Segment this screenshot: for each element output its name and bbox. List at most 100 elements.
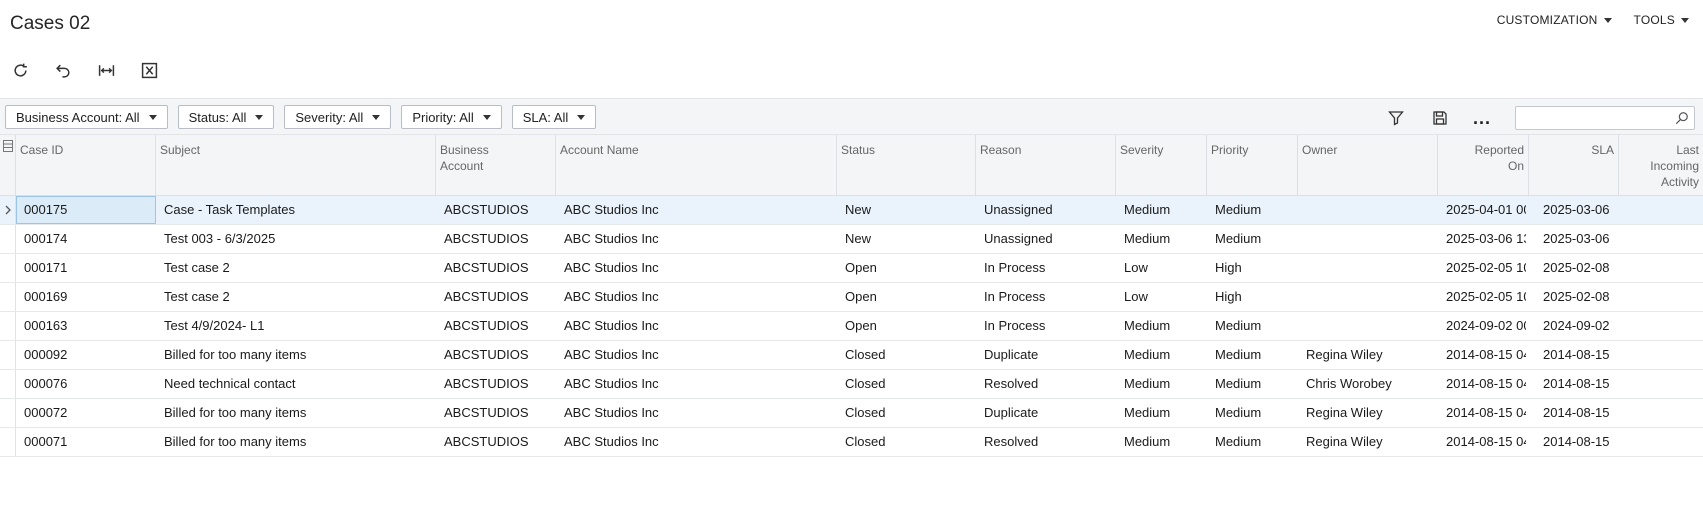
- row-selector[interactable]: [0, 341, 16, 369]
- cell-severity[interactable]: Medium: [1124, 225, 1204, 253]
- cell-status[interactable]: New: [845, 225, 973, 253]
- cell-status[interactable]: Open: [845, 283, 973, 311]
- cell-subject[interactable]: Test 003 - 6/3/2025: [164, 225, 434, 253]
- cell-reported-on[interactable]: 2024-09-02 00: [1446, 312, 1526, 340]
- search-input[interactable]: [1516, 106, 1666, 129]
- cell-severity[interactable]: Medium: [1124, 196, 1204, 224]
- cell-case-id[interactable]: 000163: [24, 312, 154, 340]
- cell-subject[interactable]: Test 4/9/2024- L1: [164, 312, 434, 340]
- cell-reason[interactable]: Duplicate: [984, 341, 1114, 369]
- filter-settings-button[interactable]: [1385, 107, 1407, 129]
- cell-priority[interactable]: Medium: [1215, 312, 1295, 340]
- filter-sla[interactable]: SLA: All: [511, 105, 597, 129]
- cell-severity[interactable]: Medium: [1124, 370, 1204, 398]
- row-selector[interactable]: [0, 428, 16, 456]
- cell-business-account[interactable]: ABCSTUDIOS: [444, 225, 554, 253]
- cell-case-id[interactable]: 000174: [24, 225, 154, 253]
- column-header-account-name[interactable]: Account Name: [556, 135, 837, 196]
- cell-priority[interactable]: Medium: [1215, 428, 1295, 456]
- table-row[interactable]: 000171 Test case 2 ABCSTUDIOS ABC Studios I…: [0, 254, 1703, 283]
- table-row[interactable]: 000072 Billed for too many items ABCSTUDIO…: [0, 399, 1703, 428]
- cell-subject[interactable]: Test case 2: [164, 254, 434, 282]
- cell-sla[interactable]: 2025-02-08: [1543, 283, 1617, 311]
- cell-subject[interactable]: Need technical contact: [164, 370, 434, 398]
- cell-account-name[interactable]: ABC Studios Inc: [564, 312, 834, 340]
- cell-subject[interactable]: Case - Task Templates: [164, 196, 434, 224]
- column-header-last-incoming-activity[interactable]: Last Incoming Activity: [1619, 135, 1703, 196]
- cell-reported-on[interactable]: 2025-03-06 13: [1446, 225, 1526, 253]
- cell-case-id[interactable]: 000171: [24, 254, 154, 282]
- column-header-severity[interactable]: Severity: [1116, 135, 1207, 196]
- cell-account-name[interactable]: ABC Studios Inc: [564, 428, 834, 456]
- column-header-owner[interactable]: Owner: [1298, 135, 1438, 196]
- save-filter-button[interactable]: [1429, 107, 1451, 129]
- cell-severity[interactable]: Medium: [1124, 428, 1204, 456]
- cell-severity[interactable]: Medium: [1124, 341, 1204, 369]
- column-header-case-id[interactable]: Case ID: [16, 135, 156, 196]
- cell-reason[interactable]: Unassigned: [984, 225, 1114, 253]
- cell-account-name[interactable]: ABC Studios Inc: [564, 399, 834, 427]
- cell-case-id[interactable]: 000092: [24, 341, 154, 369]
- cell-status[interactable]: Closed: [845, 399, 973, 427]
- cell-status[interactable]: New: [845, 196, 973, 224]
- row-selector[interactable]: [0, 399, 16, 427]
- cell-sla[interactable]: 2014-08-15: [1543, 428, 1617, 456]
- row-selector[interactable]: [0, 225, 16, 253]
- column-header-sla[interactable]: SLA: [1529, 135, 1619, 196]
- column-header-reason[interactable]: Reason: [976, 135, 1116, 196]
- column-header-reported-on[interactable]: Reported On: [1438, 135, 1529, 196]
- cell-severity[interactable]: Medium: [1124, 399, 1204, 427]
- table-row[interactable]: 000174 Test 003 - 6/3/2025 ABCSTUDIOS ABC S…: [0, 225, 1703, 254]
- cell-owner[interactable]: Regina Wiley: [1306, 428, 1436, 456]
- row-selector[interactable]: [0, 283, 16, 311]
- filter-severity[interactable]: Severity: All: [284, 105, 392, 129]
- cell-status[interactable]: Closed: [845, 370, 973, 398]
- cell-owner[interactable]: [1306, 312, 1436, 340]
- column-config-button[interactable]: [0, 135, 16, 196]
- cell-sla[interactable]: 2014-08-15: [1543, 399, 1617, 427]
- customization-menu-button[interactable]: CUSTOMIZATION: [1497, 13, 1612, 27]
- cell-reported-on[interactable]: 2025-04-01 00: [1446, 196, 1526, 224]
- cell-business-account[interactable]: ABCSTUDIOS: [444, 196, 554, 224]
- cell-last-incoming-activity[interactable]: [1627, 254, 1699, 282]
- row-selector[interactable]: [0, 254, 16, 282]
- cell-last-incoming-activity[interactable]: [1627, 196, 1699, 224]
- cell-business-account[interactable]: ABCSTUDIOS: [444, 428, 554, 456]
- cell-sla[interactable]: 2014-08-15: [1543, 370, 1617, 398]
- column-header-business-account[interactable]: Business Account: [436, 135, 556, 196]
- cell-owner[interactable]: Chris Worobey: [1306, 370, 1436, 398]
- table-row[interactable]: 000076 Need technical contact ABCSTUDIOS AB…: [0, 370, 1703, 399]
- cell-owner[interactable]: [1306, 225, 1436, 253]
- cell-owner[interactable]: [1306, 283, 1436, 311]
- table-row[interactable]: 000092 Billed for too many items ABCSTUDIO…: [0, 341, 1703, 370]
- cell-case-id[interactable]: 000071: [24, 428, 154, 456]
- filter-status[interactable]: Status: All: [177, 105, 275, 129]
- cell-reported-on[interactable]: 2014-08-15 04: [1446, 370, 1526, 398]
- cell-reason[interactable]: Resolved: [984, 370, 1114, 398]
- tools-menu-button[interactable]: TOOLS: [1634, 13, 1689, 27]
- cell-reason[interactable]: Unassigned: [984, 196, 1114, 224]
- cell-reason[interactable]: Resolved: [984, 428, 1114, 456]
- row-selector[interactable]: [0, 370, 16, 398]
- cell-last-incoming-activity[interactable]: [1627, 370, 1699, 398]
- fit-columns-button[interactable]: [96, 60, 116, 80]
- cell-business-account[interactable]: ABCSTUDIOS: [444, 254, 554, 282]
- column-header-priority[interactable]: Priority: [1207, 135, 1298, 196]
- cell-sla[interactable]: 2024-09-02: [1543, 312, 1617, 340]
- cell-case-id[interactable]: 000175: [24, 196, 154, 224]
- filter-business-account[interactable]: Business Account: All: [5, 105, 168, 129]
- export-excel-button[interactable]: [139, 60, 159, 80]
- cell-last-incoming-activity[interactable]: [1627, 428, 1699, 456]
- cell-owner[interactable]: Regina Wiley: [1306, 341, 1436, 369]
- cell-reason[interactable]: Duplicate: [984, 399, 1114, 427]
- refresh-button[interactable]: [10, 60, 30, 80]
- column-header-status[interactable]: Status: [837, 135, 976, 196]
- cell-priority[interactable]: High: [1215, 283, 1295, 311]
- cell-last-incoming-activity[interactable]: [1627, 283, 1699, 311]
- cell-account-name[interactable]: ABC Studios Inc: [564, 254, 834, 282]
- cell-last-incoming-activity[interactable]: [1627, 225, 1699, 253]
- cell-reported-on[interactable]: 2014-08-15 04: [1446, 399, 1526, 427]
- search-icon[interactable]: [1675, 111, 1689, 125]
- cell-reported-on[interactable]: 2014-08-15 04: [1446, 428, 1526, 456]
- cell-last-incoming-activity[interactable]: [1627, 341, 1699, 369]
